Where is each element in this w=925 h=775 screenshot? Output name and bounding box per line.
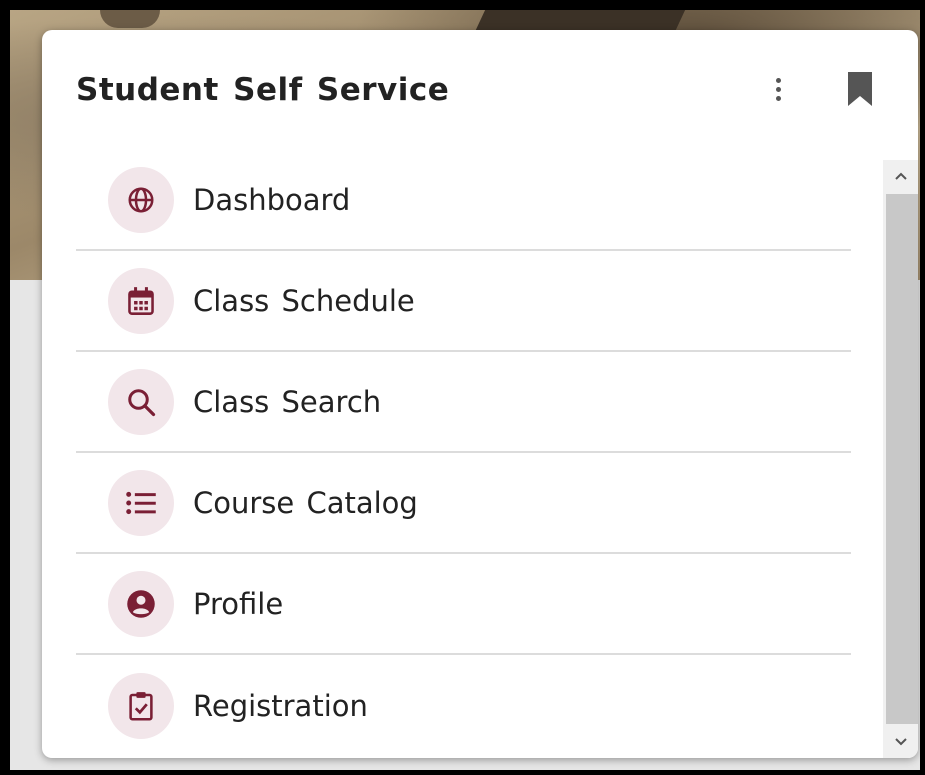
menu-item-dashboard[interactable]: Dashboard [76,150,851,251]
student-self-service-card: Student Self Service Dashboard Class Sch… [42,30,918,758]
chevron-up-icon [894,172,907,180]
menu-item-label: Profile [193,586,284,621]
menu-scroll-area: Dashboard Class Schedule Class Search Co… [42,150,918,758]
icon-badge [108,469,174,536]
globe-icon [128,187,154,212]
bookmark-icon[interactable] [848,72,872,106]
menu-list: Dashboard Class Schedule Class Search Co… [76,150,851,756]
chevron-down-icon [894,738,907,746]
menu-item-label: Dashboard [193,182,351,217]
clipboard-check-icon [129,691,153,721]
scrollbar-thumb[interactable] [886,194,918,724]
page-frame: Student Self Service Dashboard Class Sch… [10,10,920,770]
menu-item-label: Registration [193,688,368,723]
profile-icon [127,589,155,618]
more-options-icon[interactable] [768,74,788,106]
calendar-icon [128,286,154,315]
icon-badge [108,368,174,435]
icon-badge [108,672,174,739]
menu-item-label: Course Catalog [193,485,418,520]
menu-item-class-search[interactable]: Class Search [76,352,851,453]
icon-badge [108,166,174,233]
photo-detail [100,10,160,28]
scroll-up-button[interactable] [883,160,918,192]
scroll-down-button[interactable] [883,726,918,758]
menu-item-label: Class Schedule [193,283,415,318]
photo-detail [474,10,686,32]
menu-item-profile[interactable]: Profile [76,554,851,655]
icon-badge [108,570,174,637]
menu-item-label: Class Search [193,384,382,419]
menu-item-class-schedule[interactable]: Class Schedule [76,251,851,352]
card-title: Student Self Service [76,72,450,108]
scrollbar[interactable] [883,160,918,758]
list-icon [126,491,156,514]
search-icon [128,388,156,416]
icon-badge [108,267,174,334]
menu-item-course-catalog[interactable]: Course Catalog [76,453,851,554]
menu-item-registration[interactable]: Registration [76,655,851,756]
